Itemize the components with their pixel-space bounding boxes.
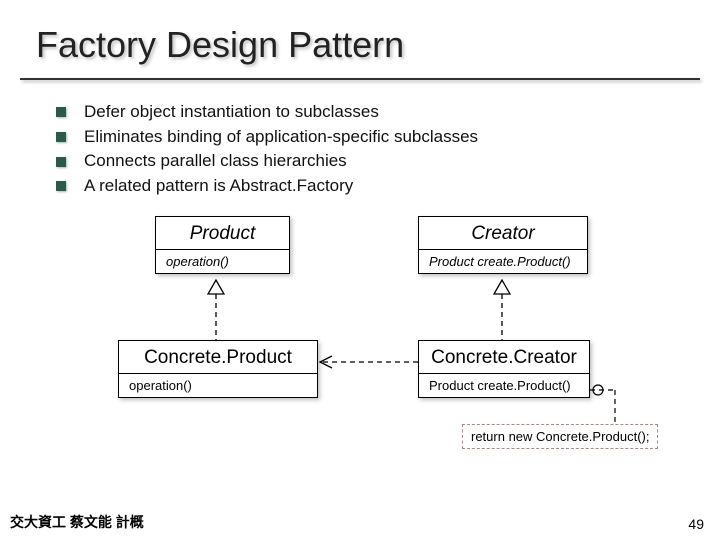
list-item: A related pattern is Abstract.Factory: [56, 174, 478, 199]
list-item: Defer object instantiation to subclasses: [56, 100, 478, 125]
uml-class-name: Creator: [419, 217, 587, 250]
list-item: Eliminates binding of application-specif…: [56, 125, 478, 150]
list-item: Connects parallel class hierarchies: [56, 149, 478, 174]
uml-operation: Product create.Product(): [419, 374, 589, 397]
footer-author: 交大資工 蔡文能 計概: [10, 512, 144, 532]
uml-class-name: Concrete.Creator: [419, 341, 589, 374]
bullet-icon: [56, 107, 66, 117]
bullet-icon: [56, 181, 66, 191]
uml-class-product: Product operation(): [155, 216, 290, 274]
bullet-icon: [56, 157, 66, 167]
uml-operation: Product create.Product(): [419, 250, 587, 273]
uml-operation: operation(): [119, 374, 317, 397]
uml-class-name: Product: [156, 217, 289, 250]
slide-number: 49: [688, 516, 704, 532]
title-underline: [20, 78, 700, 80]
bullet-icon: [56, 132, 66, 142]
bullet-text: Eliminates binding of application-specif…: [84, 125, 478, 150]
note-text: return new Concrete.Product();: [471, 429, 649, 444]
bullet-text: Connects parallel class hierarchies: [84, 149, 347, 174]
uml-class-concrete-product: Concrete.Product operation(): [118, 340, 318, 398]
uml-note: return new Concrete.Product();: [462, 424, 658, 449]
uml-diagram: Product operation() Creator Product crea…: [0, 210, 720, 490]
uml-class-name: Concrete.Product: [119, 341, 317, 374]
bullet-text: Defer object instantiation to subclasses: [84, 100, 379, 125]
uml-class-creator: Creator Product create.Product(): [418, 216, 588, 274]
bullet-list: Defer object instantiation to subclasses…: [56, 100, 478, 199]
slide-title: Factory Design Pattern: [0, 0, 720, 66]
bullet-text: A related pattern is Abstract.Factory: [84, 174, 353, 199]
uml-operation: operation(): [156, 250, 289, 273]
uml-class-concrete-creator: Concrete.Creator Product create.Product(…: [418, 340, 590, 398]
